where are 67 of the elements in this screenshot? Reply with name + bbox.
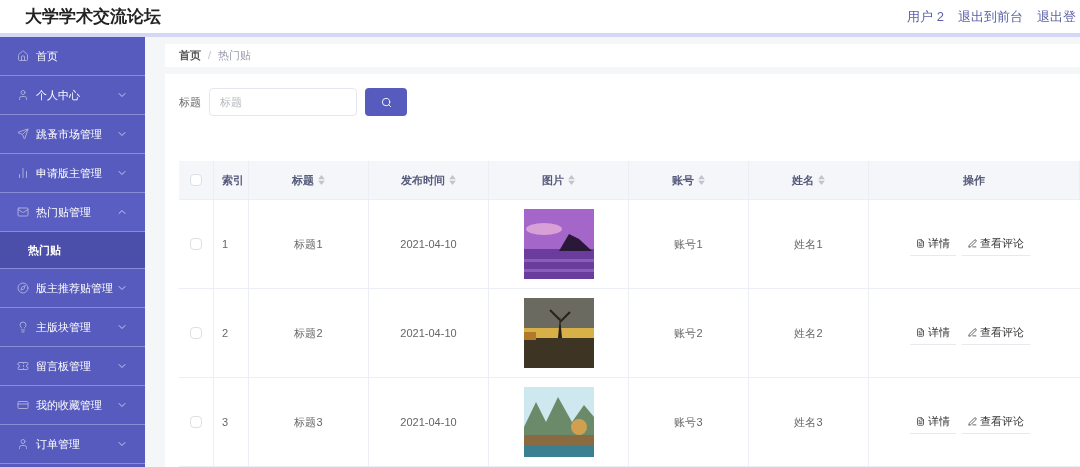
document-icon (915, 328, 925, 337)
header-link[interactable]: 退出到前台 (958, 6, 1023, 27)
sidebar-item[interactable]: 订单管理 (0, 425, 145, 464)
table-cell-text: 姓名3 (794, 414, 823, 430)
breadcrumb-separator: / (208, 48, 212, 64)
home-icon (17, 50, 29, 62)
column-header[interactable]: 图片 (542, 171, 575, 189)
search-icon (380, 96, 392, 108)
table-cell-text: 账号3 (674, 414, 703, 430)
sort-icon[interactable] (698, 175, 705, 185)
pen-icon (967, 239, 977, 248)
document-icon (915, 239, 925, 248)
table-cell-text: 2021-04-10 (400, 325, 457, 341)
table-cell-text: 2021-04-10 (400, 414, 457, 430)
search-field[interactable]: 标题 (209, 88, 357, 116)
lightbulb-icon (17, 321, 29, 333)
table-cell-text: 3 (222, 414, 229, 430)
paper-plane-icon (17, 128, 29, 140)
submenu-item[interactable]: 热门贴 (0, 232, 145, 269)
column-header: 操作 (963, 172, 985, 188)
column-header: 索引 (222, 172, 244, 188)
table-cell-text: 账号2 (674, 325, 703, 341)
column-header[interactable]: 账号 (672, 171, 705, 189)
table-cell-text: 标题2 (294, 325, 323, 341)
breadcrumb-link[interactable]: 首页 (179, 47, 201, 64)
column-header[interactable]: 发布时间 (401, 171, 456, 189)
pen-icon (967, 417, 977, 426)
search-label: 标题 (179, 94, 201, 110)
user-icon (17, 438, 29, 450)
chart-icon (17, 167, 29, 179)
checkbox[interactable] (190, 416, 202, 428)
sidebar-item[interactable]: 热门贴管理 (0, 193, 145, 232)
compass-icon (17, 282, 29, 294)
column-header[interactable]: 姓名 (792, 171, 825, 189)
document-icon (915, 417, 925, 426)
user-icon (17, 89, 29, 101)
table-cell-text: 2 (222, 325, 229, 341)
sort-icon[interactable] (449, 175, 456, 185)
sidebar-item[interactable]: 个人中心 (0, 76, 145, 115)
table-cell-text: 账号1 (674, 236, 703, 252)
column-header[interactable]: 标题 (292, 171, 325, 189)
sidebar-item[interactable]: 首页 (0, 37, 145, 76)
checkbox[interactable] (190, 174, 202, 186)
header-link[interactable]: 退出登 (1037, 6, 1076, 27)
table-cell-text: 2021-04-10 (400, 236, 457, 252)
sidebar-item[interactable]: 跳蚤市场管理 (0, 115, 145, 154)
ticket-icon (17, 360, 29, 372)
card-icon (17, 399, 29, 411)
sort-icon[interactable] (818, 175, 825, 185)
sort-icon[interactable] (318, 175, 325, 185)
checkbox[interactable] (190, 327, 202, 339)
mail-icon (17, 206, 29, 218)
sidebar-item[interactable]: 我的收藏管理 (0, 386, 145, 425)
sidebar-item[interactable]: 版主推荐贴管理 (0, 269, 145, 308)
sort-icon[interactable] (568, 175, 575, 185)
header-link[interactable]: 用户 2 (907, 6, 944, 27)
site-title: 大学学术交流论坛 (25, 5, 161, 28)
table-cell-text: 姓名2 (794, 325, 823, 341)
search-button[interactable] (365, 88, 407, 116)
pen-icon (967, 328, 977, 337)
checkbox[interactable] (190, 238, 202, 250)
table-cell-text: 标题1 (294, 236, 323, 252)
table-cell-text: 姓名1 (794, 236, 823, 252)
table-cell-text: 标题3 (294, 414, 323, 430)
table-cell-text: 1 (222, 236, 229, 252)
sidebar-item[interactable]: 留言板管理 (0, 347, 145, 386)
sidebar-item[interactable]: 主版块管理 (0, 308, 145, 347)
